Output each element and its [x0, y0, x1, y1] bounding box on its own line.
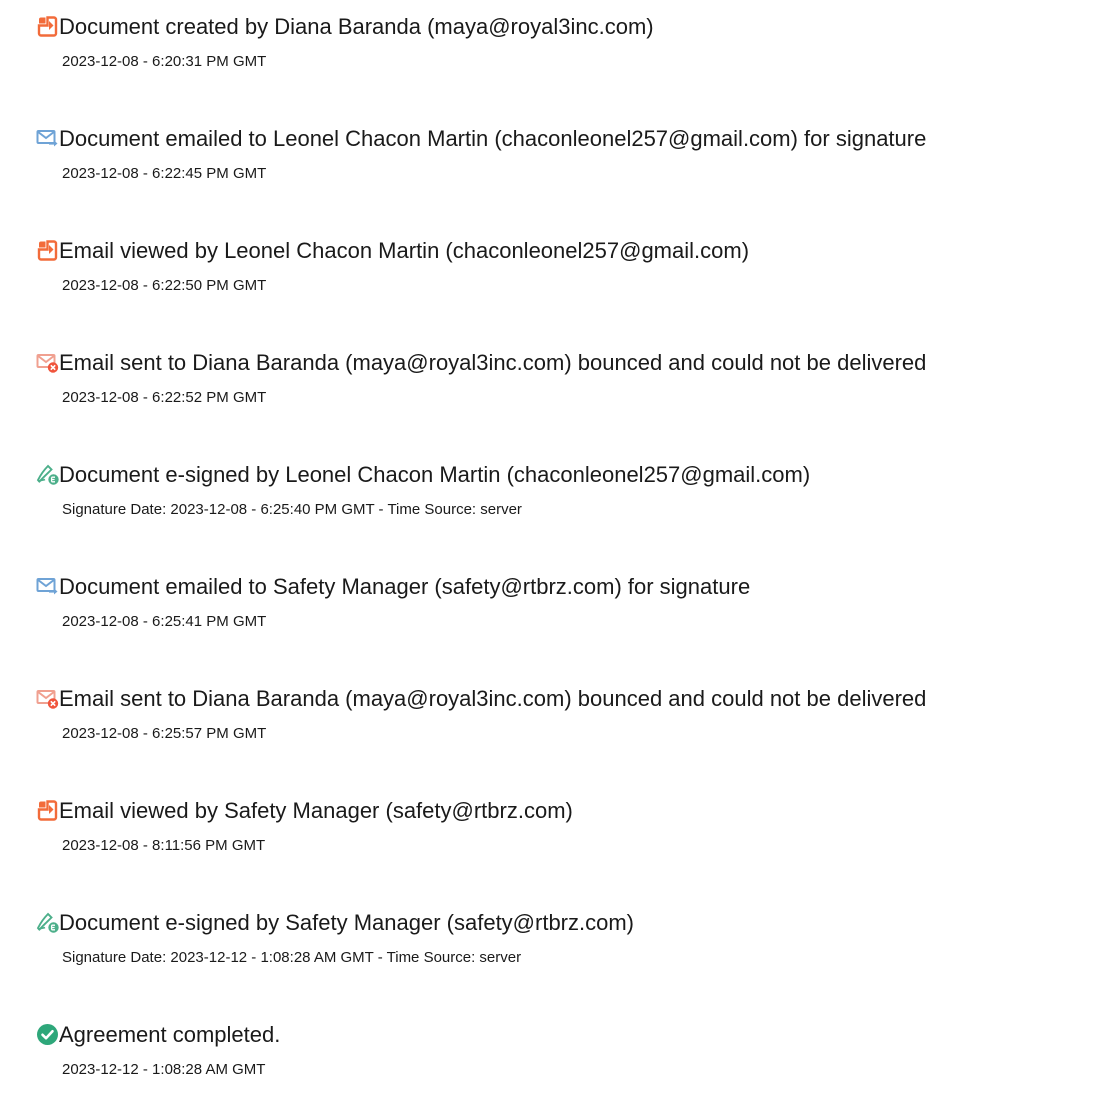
email-viewed-icon [35, 798, 60, 823]
e-signed-icon [35, 910, 60, 935]
audit-event: Email viewed by Safety Manager (safety@r… [0, 784, 1109, 864]
event-timestamp: 2023-12-12 - 1:08:28 AM GMT [62, 1061, 266, 1078]
event-title: Email sent to Diana Baranda (maya@royal3… [59, 686, 927, 711]
audit-event: Document emailed to Safety Manager (safe… [0, 560, 1109, 640]
agreement-completed-icon [35, 1022, 60, 1047]
event-title: Document e-signed by Leonel Chacon Marti… [59, 462, 811, 487]
email-bounced-icon [35, 686, 60, 711]
event-timestamp: Signature Date: 2023-12-12 - 1:08:28 AM … [62, 949, 522, 966]
event-title: Document e-signed by Safety Manager (saf… [59, 910, 635, 935]
event-timestamp: 2023-12-08 - 6:20:31 PM GMT [62, 53, 267, 70]
e-signed-icon [35, 462, 60, 487]
audit-event: Document e-signed by Leonel Chacon Marti… [0, 448, 1109, 528]
event-timestamp: 2023-12-08 - 8:11:56 PM GMT [62, 837, 266, 854]
audit-event: Document e-signed by Safety Manager (saf… [0, 896, 1109, 976]
event-timestamp: 2023-12-08 - 6:25:41 PM GMT [62, 613, 267, 630]
event-timestamp: 2023-12-08 - 6:22:52 PM GMT [62, 389, 267, 406]
audit-event: Document emailed to Leonel Chacon Martin… [0, 112, 1109, 192]
event-title: Document emailed to Leonel Chacon Martin… [59, 126, 927, 151]
audit-event: Email sent to Diana Baranda (maya@royal3… [0, 336, 1109, 416]
event-timestamp: 2023-12-08 - 6:22:50 PM GMT [62, 277, 267, 294]
event-title: Document emailed to Safety Manager (safe… [59, 574, 751, 599]
event-title: Email viewed by Safety Manager (safety@r… [59, 798, 573, 823]
event-timestamp: 2023-12-08 - 6:25:57 PM GMT [62, 725, 267, 742]
email-viewed-icon [35, 238, 60, 263]
event-title: Email sent to Diana Baranda (maya@royal3… [59, 350, 927, 375]
document-emailed-icon [35, 574, 60, 599]
audit-history-list: Document created by Diana Baranda (maya@… [0, 0, 1109, 1110]
audit-event: Email sent to Diana Baranda (maya@royal3… [0, 672, 1109, 752]
event-title: Email viewed by Leonel Chacon Martin (ch… [59, 238, 750, 263]
event-timestamp: 2023-12-08 - 6:22:45 PM GMT [62, 165, 267, 182]
event-title: Agreement completed. [59, 1022, 281, 1047]
event-timestamp: Signature Date: 2023-12-08 - 6:25:40 PM … [62, 501, 522, 518]
event-title: Document created by Diana Baranda (maya@… [59, 14, 654, 39]
audit-event: Document created by Diana Baranda (maya@… [0, 0, 1109, 80]
audit-event: Email viewed by Leonel Chacon Martin (ch… [0, 224, 1109, 304]
document-created-icon [35, 14, 60, 39]
email-bounced-icon [35, 350, 60, 375]
audit-event: Agreement completed. 2023-12-12 - 1:08:2… [0, 1008, 1109, 1088]
document-emailed-icon [35, 126, 60, 151]
